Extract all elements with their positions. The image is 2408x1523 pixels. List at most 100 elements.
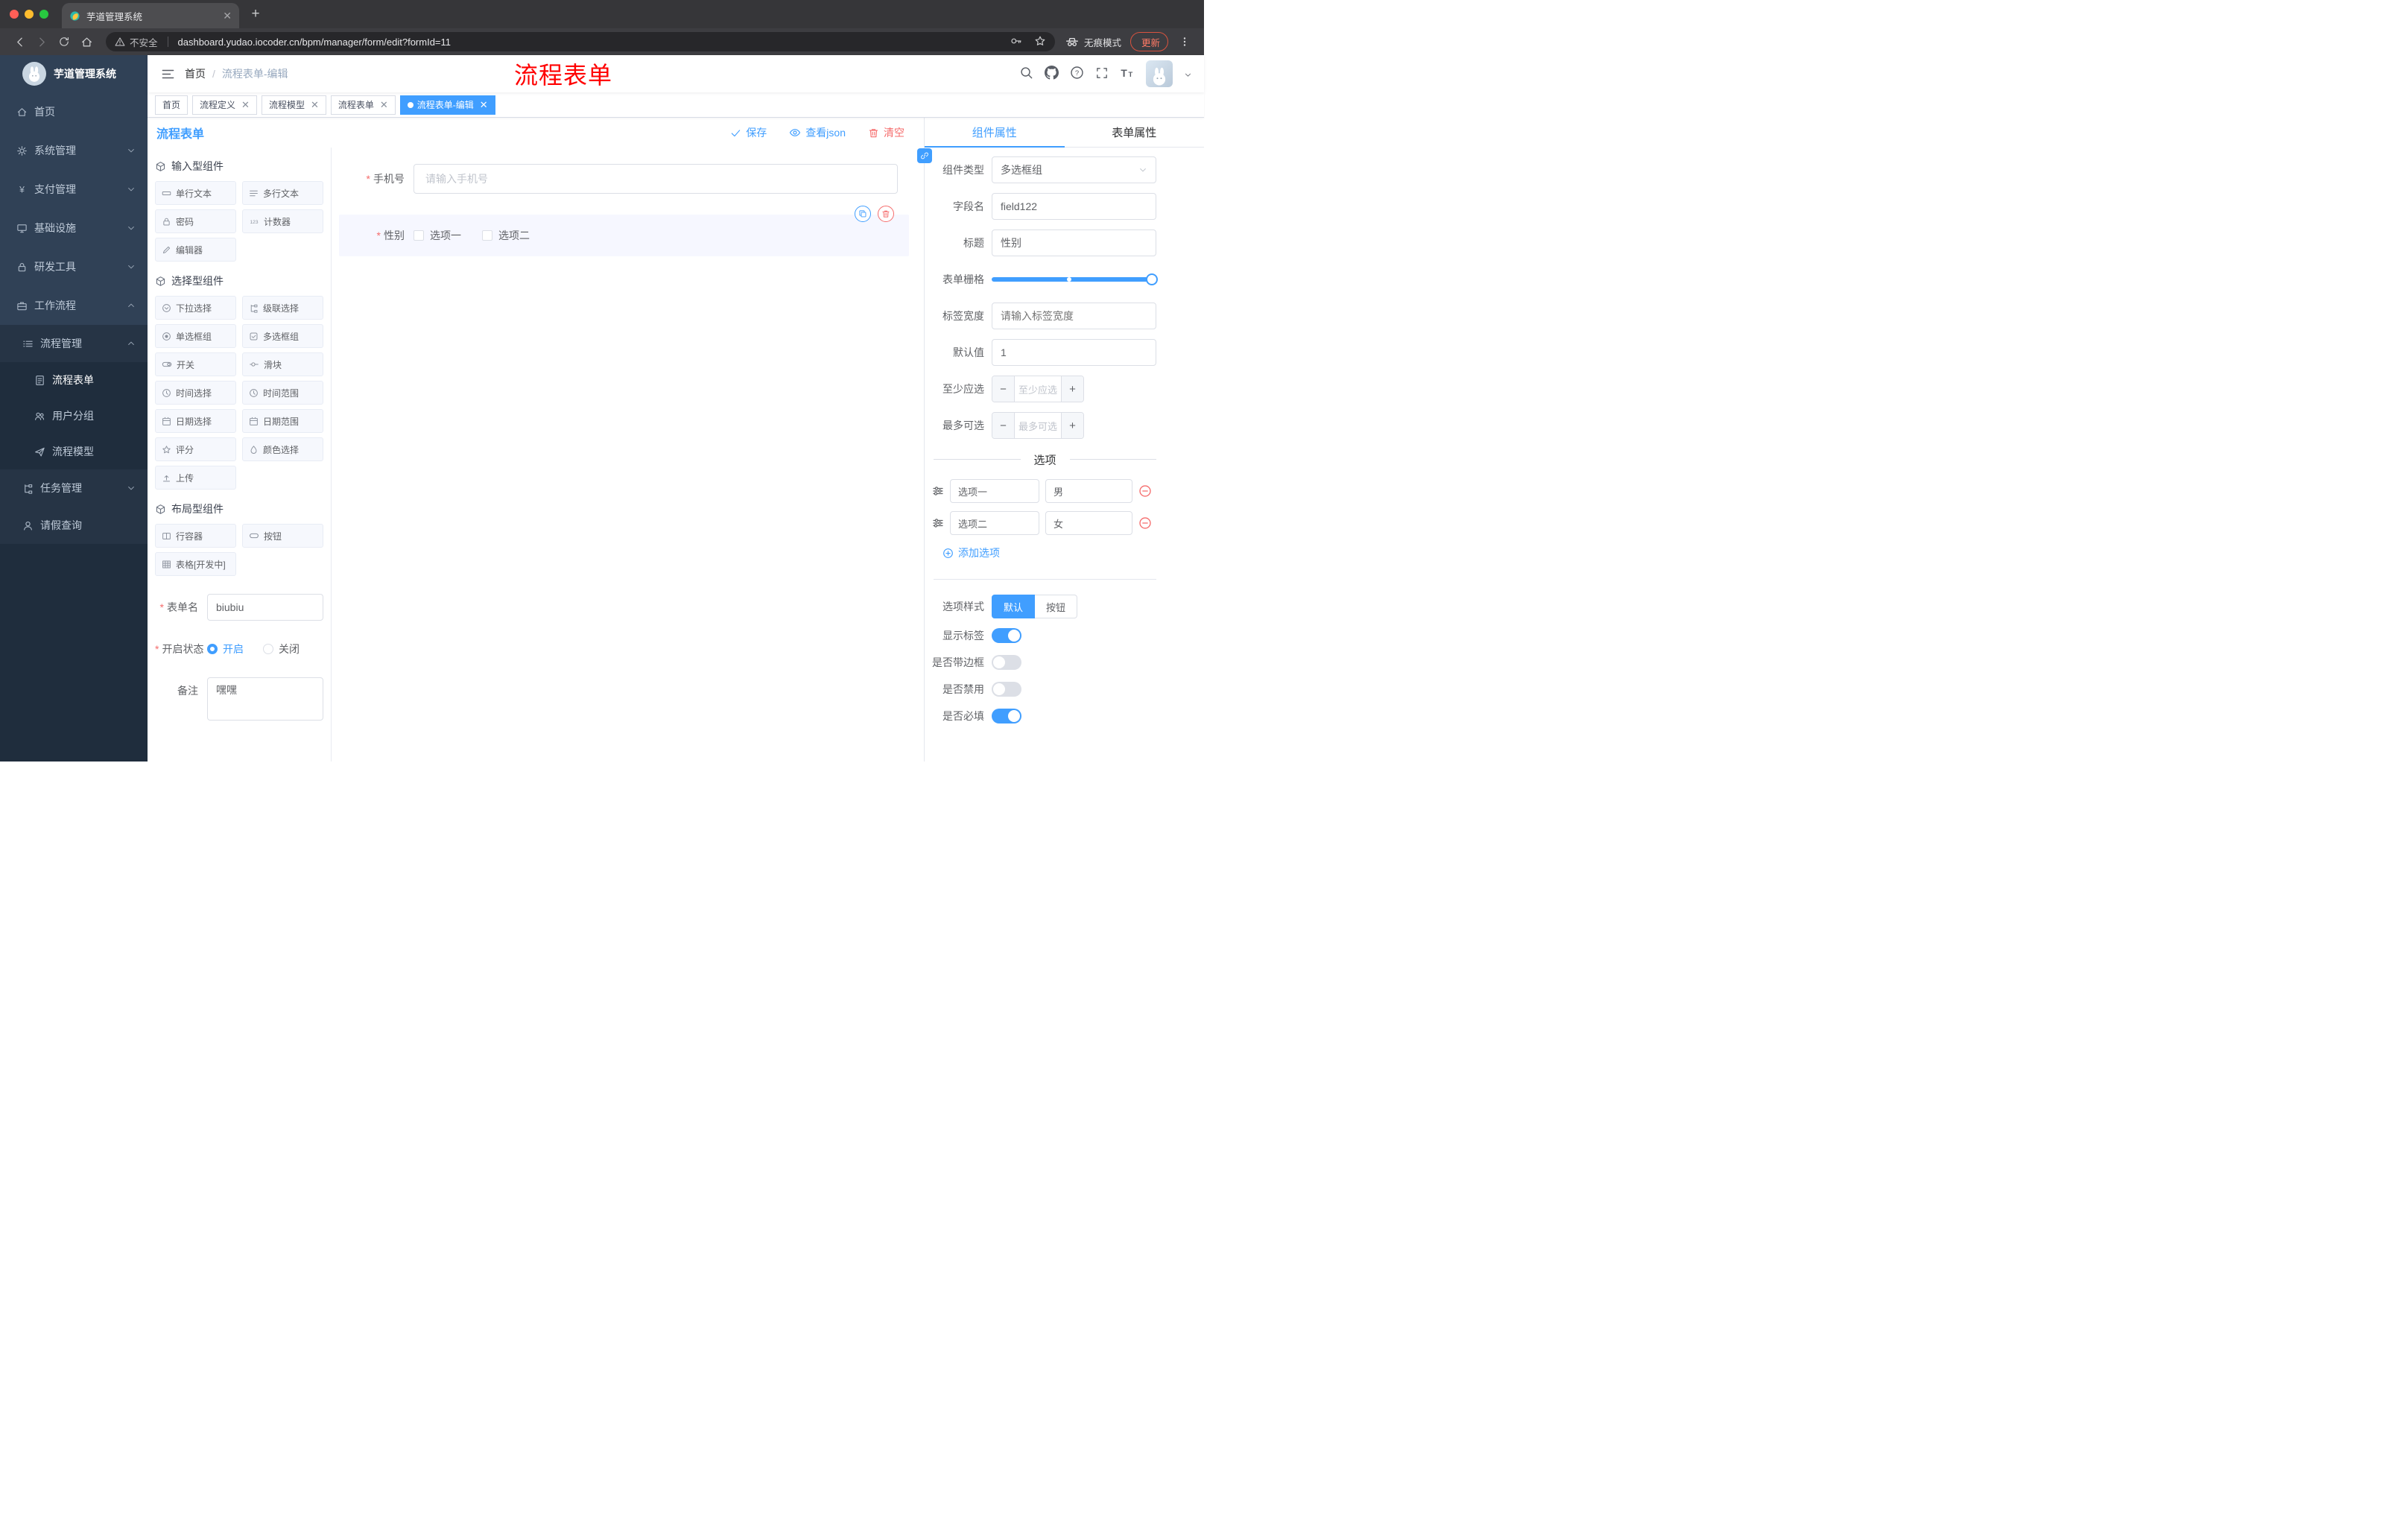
home-button[interactable] — [76, 31, 97, 52]
back-button[interactable] — [9, 31, 30, 52]
form-name-input[interactable] — [207, 594, 323, 621]
field-name-input[interactable] — [992, 193, 1156, 220]
slider-track[interactable] — [992, 273, 1158, 285]
tab-form-props[interactable]: 表单属性 — [1065, 118, 1205, 147]
search-icon[interactable] — [1019, 66, 1033, 82]
sidebar-item-home[interactable]: 首页 — [0, 92, 148, 131]
palette-item-cascader[interactable]: 级联选择 — [242, 296, 323, 320]
required-toggle[interactable] — [992, 709, 1021, 723]
tag-process-model[interactable]: 流程模型 ✕ — [261, 95, 326, 115]
palette-item-table[interactable]: 表格[开发中] — [155, 552, 236, 576]
copy-component-button[interactable] — [855, 206, 871, 222]
forward-button[interactable] — [31, 31, 52, 52]
default-value-input[interactable] — [992, 339, 1156, 366]
option-2-label-input[interactable] — [950, 511, 1039, 535]
border-toggle[interactable] — [992, 655, 1021, 670]
reload-button[interactable] — [54, 31, 75, 52]
component-type-select[interactable]: 多选框组 — [992, 156, 1156, 183]
status-off-radio[interactable]: 关闭 — [263, 642, 300, 656]
sidebar-item-infrastructure[interactable]: 基础设施 — [0, 209, 148, 247]
option-drag-icon[interactable] — [932, 485, 944, 497]
link-icon[interactable] — [917, 148, 932, 163]
palette-item-color-picker[interactable]: 颜色选择 — [242, 437, 323, 461]
tag-close-icon[interactable]: ✕ — [380, 99, 388, 111]
tag-close-icon[interactable]: ✕ — [480, 99, 488, 111]
fullscreen-icon[interactable] — [1095, 66, 1109, 82]
palette-item-multi-line-text[interactable]: 多行文本 — [242, 181, 323, 205]
option-2-value-input[interactable] — [1045, 511, 1132, 535]
option-1-value-input[interactable] — [1045, 479, 1132, 503]
window-close-button[interactable] — [10, 10, 19, 19]
disabled-toggle[interactable] — [992, 682, 1021, 697]
palette-item-date-range[interactable]: 日期范围 — [242, 409, 323, 433]
window-minimize-button[interactable] — [25, 10, 34, 19]
sidebar-item-devtools[interactable]: 研发工具 — [0, 247, 148, 286]
sidebar-item-task-management[interactable]: 任务管理 — [0, 469, 148, 507]
palette-item-counter[interactable]: 计数器 — [242, 209, 323, 233]
option-1-label-input[interactable] — [950, 479, 1039, 503]
sidebar-item-system[interactable]: 系统管理 — [0, 131, 148, 170]
password-key-icon[interactable] — [1010, 35, 1022, 49]
show-label-toggle[interactable] — [992, 628, 1021, 643]
palette-item-time-picker[interactable]: 时间选择 — [155, 381, 236, 405]
option-style-button-button[interactable]: 按钮 — [1035, 595, 1078, 618]
window-zoom-button[interactable] — [39, 10, 48, 19]
palette-item-row-container[interactable]: 行容器 — [155, 524, 236, 548]
browser-menu-icon[interactable] — [1174, 31, 1195, 52]
delete-component-button[interactable] — [878, 206, 894, 222]
palette-item-upload[interactable]: 上传 — [155, 466, 236, 490]
palette-item-date-picker[interactable]: 日期选择 — [155, 409, 236, 433]
tag-close-icon[interactable]: ✕ — [241, 99, 250, 111]
sidebar-item-user-group[interactable]: 用户分组 — [0, 398, 148, 434]
palette-item-radio-group[interactable]: 单选框组 — [155, 324, 236, 348]
palette-item-time-range[interactable]: 时间范围 — [242, 381, 323, 405]
tag-home[interactable]: 首页 — [155, 95, 188, 115]
tag-process-form[interactable]: 流程表单 ✕ — [330, 95, 396, 115]
tab-component-props[interactable]: 组件属性 — [925, 118, 1065, 148]
gender-option-1-checkbox[interactable]: 选项一 — [414, 228, 461, 243]
palette-item-editor[interactable]: 编辑器 — [155, 238, 236, 262]
canvas-field-gender-selected[interactable]: 性别 选项一 选项二 — [339, 206, 909, 256]
sidebar-item-leave-query[interactable]: 请假查询 — [0, 507, 148, 544]
slider-handle[interactable] — [1146, 273, 1158, 285]
palette-item-switch[interactable]: 开关 — [155, 352, 236, 376]
view-json-button[interactable]: 查看json — [789, 125, 846, 140]
option-style-default-button[interactable]: 默认 — [992, 595, 1036, 618]
user-avatar[interactable] — [1146, 60, 1173, 87]
minus-icon[interactable]: − — [992, 413, 1015, 438]
max-select-placeholder[interactable]: 最多可选 — [1015, 413, 1061, 438]
gender-option-2-checkbox[interactable]: 选项二 — [482, 228, 530, 243]
clear-button[interactable]: 清空 — [868, 125, 904, 140]
plus-icon[interactable]: + — [1061, 376, 1083, 402]
status-on-radio[interactable]: 开启 — [207, 642, 244, 656]
sidebar-item-process-model[interactable]: 流程模型 — [0, 434, 148, 469]
sidebar-item-payment[interactable]: 支付管理 — [0, 170, 148, 209]
canvas-field-phone[interactable]: 手机号 — [332, 164, 924, 194]
title-input[interactable] — [992, 229, 1156, 256]
palette-item-checkbox-group[interactable]: 多选框组 — [242, 324, 323, 348]
bookmark-star-icon[interactable] — [1034, 35, 1046, 49]
sidebar-item-process-management[interactable]: 流程管理 — [0, 325, 148, 362]
tab-close-icon[interactable]: ✕ — [223, 10, 232, 22]
tag-close-icon[interactable]: ✕ — [311, 99, 319, 111]
phone-field-input[interactable] — [414, 164, 898, 194]
remove-option-icon[interactable] — [1138, 516, 1152, 530]
font-size-icon[interactable] — [1120, 66, 1135, 83]
palette-item-slider[interactable]: 滑块 — [242, 352, 323, 376]
palette-item-single-line-text[interactable]: 单行文本 — [155, 181, 236, 205]
github-icon[interactable] — [1045, 66, 1059, 82]
breadcrumb-home[interactable]: 首页 — [185, 66, 206, 81]
browser-tab[interactable]: 芋道管理系统 ✕ — [62, 3, 239, 28]
grid-slider[interactable] — [992, 266, 1158, 293]
minus-icon[interactable]: − — [992, 376, 1015, 402]
palette-item-password[interactable]: 密码 — [155, 209, 236, 233]
tag-process-definition[interactable]: 流程定义 ✕ — [192, 95, 257, 115]
help-icon[interactable] — [1070, 66, 1084, 82]
option-drag-icon[interactable] — [932, 517, 944, 529]
url-bar[interactable]: 不安全 dashboard.yudao.iocoder.cn/bpm/manag… — [106, 32, 1055, 51]
new-tab-button[interactable]: + — [245, 4, 266, 25]
palette-item-rate[interactable]: 评分 — [155, 437, 236, 461]
form-remark-textarea[interactable]: 嘿嘿 — [207, 677, 323, 721]
plus-icon[interactable]: + — [1061, 413, 1083, 438]
palette-item-select[interactable]: 下拉选择 — [155, 296, 236, 320]
